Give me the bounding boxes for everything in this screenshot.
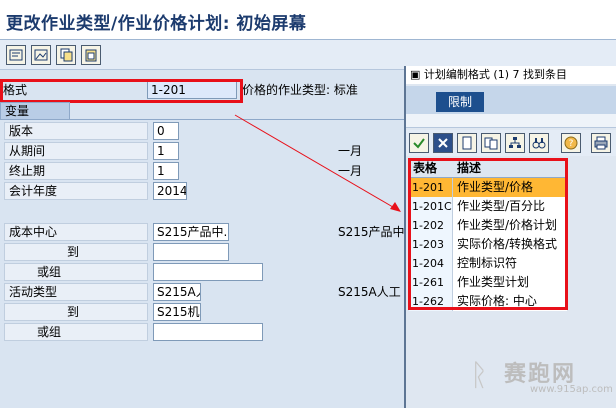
table-highlight-box xyxy=(408,158,568,310)
print-icon[interactable] xyxy=(591,133,611,153)
activity-type-to-label: 到 xyxy=(4,303,148,321)
save-layout-icon[interactable] xyxy=(6,45,26,65)
runner-logo-icon: ᚱ xyxy=(470,358,488,393)
activity-type-group-label: 或组 xyxy=(4,323,148,341)
activity-type-description: S215A人工 xyxy=(338,285,401,299)
help-icon[interactable]: ? xyxy=(561,133,581,153)
activity-type-group-input[interactable] xyxy=(153,323,263,341)
group-divider xyxy=(0,119,404,120)
activity-type-label: 活动类型 xyxy=(4,283,148,301)
variables-group-tab: 变量 xyxy=(0,102,70,120)
svg-text:?: ? xyxy=(569,139,574,149)
popup-toolbar: ? xyxy=(406,130,616,156)
layout-highlight-box xyxy=(0,79,243,103)
popup-title: ▣ 计划编制格式 (1) 7 找到条目 xyxy=(406,66,616,84)
from-period-input[interactable]: 1 xyxy=(153,142,179,160)
cost-center-to-label: 到 xyxy=(4,243,148,261)
from-period-text: 一月 xyxy=(338,144,363,158)
cost-center-group-label: 或组 xyxy=(4,263,148,281)
watermark: ᚱ 赛跑网 www.915ap.com xyxy=(470,356,616,404)
cancel-icon[interactable] xyxy=(433,133,453,153)
image-icon[interactable] xyxy=(31,45,51,65)
cost-center-group-input[interactable] xyxy=(153,263,263,281)
cost-center-label: 成本中心 xyxy=(4,223,148,241)
version-input[interactable]: 0 xyxy=(153,122,179,140)
version-label: 版本 xyxy=(4,122,148,140)
binoculars-icon[interactable] xyxy=(529,133,549,153)
activity-type-input[interactable]: S215A人 xyxy=(153,283,201,301)
multi-select-icon[interactable] xyxy=(481,133,501,153)
to-period-label: 终止期 xyxy=(4,162,148,180)
popup-tabstrip: 限制 xyxy=(406,86,616,114)
title-bar: 更改作业类型/作业价格计划: 初始屏幕 xyxy=(0,0,616,40)
cost-center-input[interactable]: S215产品中. xyxy=(153,223,229,241)
tab-restrictions[interactable]: 限制 xyxy=(436,92,484,112)
activity-type-to-input[interactable]: S215机· xyxy=(153,303,201,321)
selection-form: 格式 1-201 价格的作业类型: 标准 变量 版本 0 从期间 1 一月 终止… xyxy=(0,71,417,408)
layout-description: 价格的作业类型: 标准 xyxy=(242,83,358,97)
cost-center-to-input[interactable] xyxy=(153,243,229,261)
paste-icon[interactable] xyxy=(81,45,101,65)
popup-title-text: 计划编制格式 (1) 7 找到条目 xyxy=(423,68,567,81)
popup-window-icon: ▣ xyxy=(410,68,421,81)
tree-icon[interactable] xyxy=(505,133,525,153)
fiscal-year-input[interactable]: 2014 xyxy=(153,182,187,200)
window-title: 更改作业类型/作业价格计划: 初始屏幕 xyxy=(6,14,307,34)
document-icon[interactable] xyxy=(457,133,477,153)
popup-restriction-area xyxy=(406,114,616,128)
copy-icon[interactable] xyxy=(56,45,76,65)
check-icon[interactable] xyxy=(409,133,429,153)
watermark-url: www.915ap.com xyxy=(530,384,613,395)
from-period-label: 从期间 xyxy=(4,142,148,160)
to-period-input[interactable]: 1 xyxy=(153,162,179,180)
fiscal-year-label: 会计年度 xyxy=(4,182,148,200)
to-period-text: 一月 xyxy=(338,164,363,178)
